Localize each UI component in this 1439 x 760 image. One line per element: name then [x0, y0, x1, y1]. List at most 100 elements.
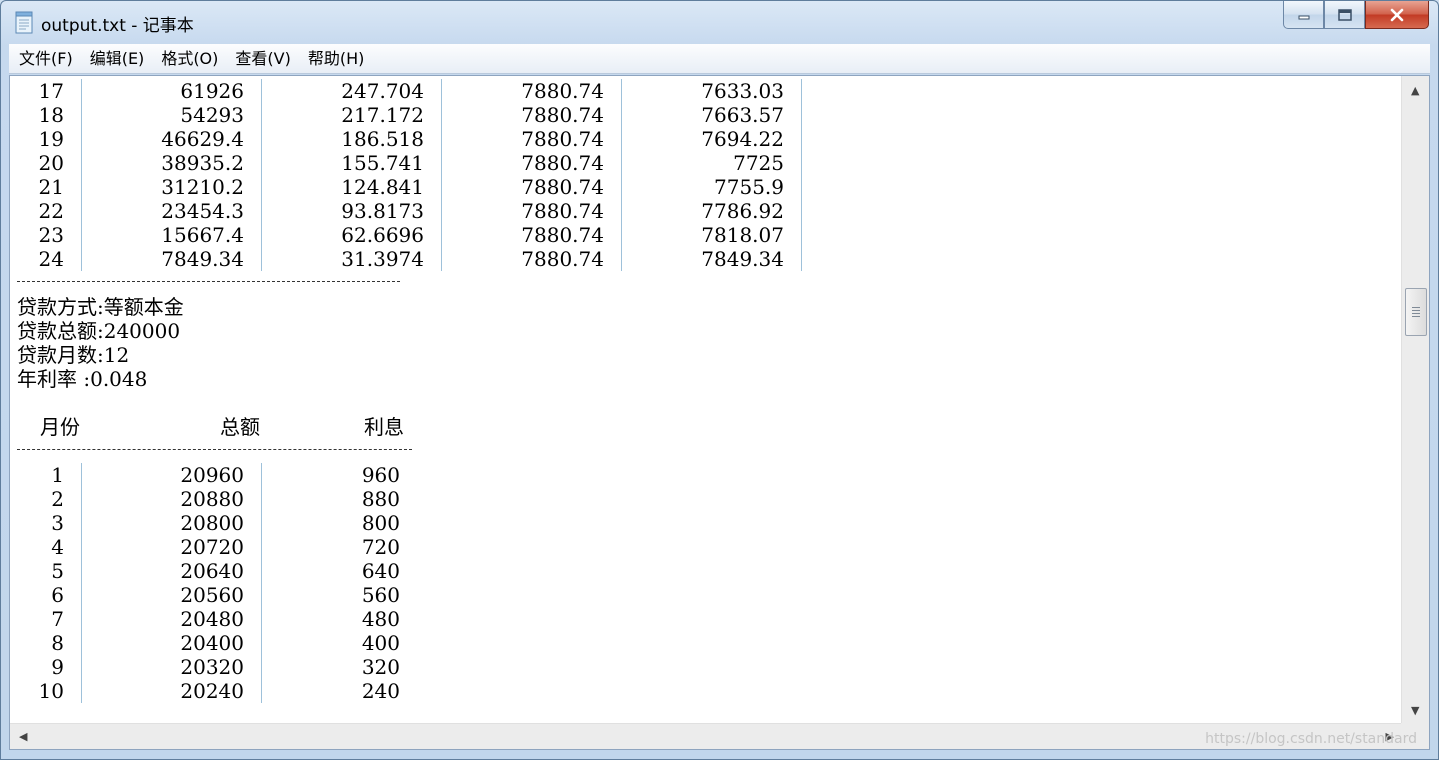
close-icon [1390, 8, 1404, 21]
menu-file[interactable]: 文件(F) [9, 44, 80, 74]
loan-method: 贷款方式:等额本金 [17, 295, 184, 319]
column-separator [261, 79, 262, 103]
column-separator [261, 175, 262, 199]
table-cell: 17 [38, 79, 64, 103]
column-separator [621, 151, 622, 175]
column-separator [261, 559, 262, 583]
table-cell: 20320 [180, 655, 244, 679]
table-cell: 20800 [180, 511, 244, 535]
table2-header: 月份 总额 利息 [10, 415, 430, 439]
table-cell: 20240 [180, 679, 244, 703]
column-separator [261, 535, 262, 559]
table-cell: 23454.3 [161, 199, 244, 223]
table-cell: 31210.2 [161, 175, 244, 199]
table-row: 18 54293 217.172 7880.74 7663.57 [10, 103, 810, 127]
minimize-button[interactable] [1283, 1, 1324, 29]
maximize-button[interactable] [1324, 1, 1365, 29]
column-separator [81, 655, 82, 679]
column-separator [261, 127, 262, 151]
column-separator [801, 199, 802, 223]
column-separator [441, 199, 442, 223]
column-separator [621, 127, 622, 151]
table-cell: 20 [38, 151, 64, 175]
column-separator [441, 103, 442, 127]
column-separator [81, 175, 82, 199]
column-separator [81, 487, 82, 511]
column-separator [261, 103, 262, 127]
table-cell: 7755.9 [714, 175, 784, 199]
column-separator [81, 679, 82, 703]
text-editor[interactable]: 17 61926 247.704 7880.74 7633.03 18 54293 217.1… [9, 75, 1430, 750]
table-cell: 61926 [180, 79, 244, 103]
table-cell: 20640 [180, 559, 244, 583]
column-separator [81, 151, 82, 175]
table-row: 23 15667.4 62.6696 7880.74 7818.07 [10, 223, 810, 247]
table-row: 5 20640 640 [10, 559, 430, 583]
scroll-up-icon[interactable]: ▲ [1411, 85, 1419, 96]
window-title: output.txt - 记事本 [41, 16, 194, 36]
table-cell: 7849.34 [161, 247, 244, 271]
column-separator [261, 607, 262, 631]
scrollbar-thumb[interactable] [1405, 288, 1427, 336]
table-cell: 960 [361, 463, 400, 487]
table-cell: 4 [51, 535, 64, 559]
table-cell: 54293 [180, 103, 244, 127]
table-cell: 7818.07 [701, 223, 784, 247]
loan-months: 贷款月数:12 [17, 343, 130, 367]
column-separator [801, 79, 802, 103]
table-row: 17 61926 247.704 7880.74 7633.03 [10, 79, 810, 103]
table-cell: 7694.22 [701, 127, 784, 151]
table-cell: 155.741 [341, 151, 424, 175]
column-separator [801, 223, 802, 247]
column-separator [261, 151, 262, 175]
table-cell: 20960 [180, 463, 244, 487]
text-content[interactable]: 17 61926 247.704 7880.74 7633.03 18 54293 217.1… [10, 76, 1402, 724]
table-row: 21 31210.2 124.841 7880.74 7755.9 [10, 175, 810, 199]
horizontal-scrollbar[interactable]: ◀ ▶ [10, 723, 1402, 749]
column-separator [81, 631, 82, 655]
column-separator [81, 223, 82, 247]
scroll-down-icon[interactable]: ▼ [1411, 705, 1419, 716]
table-cell: 19 [38, 127, 64, 151]
table-cell: 7880.74 [521, 151, 604, 175]
menu-view[interactable]: 查看(V) [225, 44, 297, 74]
loan-total: 贷款总额:240000 [17, 319, 181, 343]
table-cell: 22 [38, 199, 64, 223]
header-month: 月份 [40, 415, 80, 439]
column-separator [621, 223, 622, 247]
table-cell: 20880 [180, 487, 244, 511]
column-separator [261, 463, 262, 487]
title-bar[interactable]: output.txt - 记事本 [1, 1, 1438, 43]
table-cell: 20480 [180, 607, 244, 631]
menu-format[interactable]: 格式(O) [151, 44, 225, 74]
close-button[interactable] [1365, 1, 1429, 29]
menu-edit[interactable]: 编辑(E) [80, 44, 152, 74]
minimize-icon [1298, 15, 1309, 19]
column-separator [81, 583, 82, 607]
menu-help[interactable]: 帮助(H) [298, 44, 372, 74]
table-cell: 7663.57 [701, 103, 784, 127]
table-cell: 640 [361, 559, 400, 583]
table-cell: 18 [38, 103, 64, 127]
table-cell: 3 [51, 511, 64, 535]
table-cell: 7880.74 [521, 127, 604, 151]
table-cell: 24 [38, 247, 64, 271]
watermark: https://blog.csdn.net/standard [1205, 731, 1417, 747]
table-cell: 240 [361, 679, 400, 703]
column-separator [621, 175, 622, 199]
maximize-icon [1337, 8, 1352, 21]
table-cell: 124.841 [341, 175, 424, 199]
table-row: 22 23454.3 93.8173 7880.74 7786.92 [10, 199, 810, 223]
table-cell: 7880.74 [521, 79, 604, 103]
vertical-scrollbar[interactable]: ▲ ▼ [1401, 76, 1429, 724]
table-cell: 8 [51, 631, 64, 655]
notepad-window: output.txt - 记事本 文件(F) 编辑(E) 格式(O) 查看(V)… [0, 0, 1439, 760]
table-cell: 247.704 [341, 79, 424, 103]
table-cell: 7786.92 [701, 199, 784, 223]
table-cell: 62.6696 [341, 223, 424, 247]
column-separator [441, 247, 442, 271]
table-cell: 2 [51, 487, 64, 511]
divider [17, 281, 400, 282]
scroll-left-icon[interactable]: ◀ [19, 731, 27, 742]
table-row: 8 20400 400 [10, 631, 430, 655]
